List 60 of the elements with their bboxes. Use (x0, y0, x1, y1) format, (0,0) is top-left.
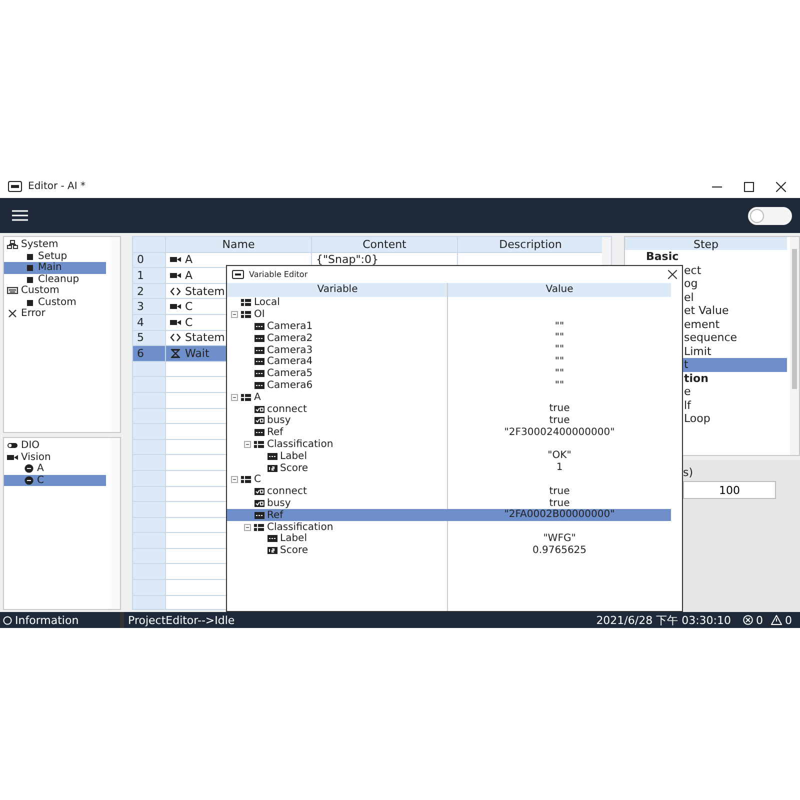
row-number: 0 (133, 252, 166, 268)
status-type: Information (15, 614, 79, 626)
variable-name: Camera4 (267, 356, 313, 368)
variable-name: Camera5 (267, 368, 313, 380)
status-message: ProjectEditor-->Idle (127, 614, 236, 626)
row-number: 6 (133, 346, 166, 361)
warning-count: 0 (785, 614, 792, 626)
step-name: Wait (185, 346, 210, 360)
variable-name: Camera2 (267, 332, 313, 344)
variable-name: Ref (267, 427, 284, 438)
timestamp: 2021/6/28 下午 03:30:10 (596, 612, 732, 628)
variable-value: "2F30002400000000" (503, 426, 616, 439)
variable-name: busy (267, 498, 291, 509)
variable-name: Camera1 (267, 320, 313, 332)
variable-name: Label (280, 533, 307, 544)
step-name: C (185, 316, 193, 329)
variable-name: Score (280, 462, 308, 474)
variable-value: "" (554, 332, 566, 344)
variable-value: "" (554, 368, 566, 380)
step-name: A (185, 253, 193, 266)
variable-value: true (548, 498, 571, 510)
variable-value: "" (554, 344, 566, 356)
row-number: 4 (133, 314, 166, 330)
variable-value: "" (554, 320, 566, 332)
window-title: Editor - AI * (28, 181, 87, 192)
step-name: Statem (185, 331, 225, 344)
row-number: 2 (133, 284, 166, 298)
variable-name: Local (254, 297, 280, 308)
variable-name: C (254, 474, 261, 486)
field-label: s) (683, 466, 694, 479)
variable-name: Ref (267, 510, 284, 521)
variable-name: Label (280, 450, 307, 462)
step-name: C (185, 300, 193, 314)
variable-name: Classification (267, 522, 334, 533)
dialog-title: Variable Editor (249, 270, 309, 279)
step-name: A (185, 268, 193, 282)
variable-name: connect (267, 486, 307, 498)
variable-value: true (548, 403, 571, 415)
variable-value: "WFG" (542, 532, 577, 545)
variable-value: "OK" (546, 450, 572, 462)
variable-name: Score (280, 545, 308, 556)
variable-value: "" (554, 380, 566, 392)
variable-name: connect (267, 404, 307, 415)
row-number: 5 (133, 330, 166, 346)
variable-name: OI (254, 309, 265, 320)
variable-value: "" (554, 356, 566, 368)
variable-value: true (548, 414, 571, 427)
row-number: 3 (133, 299, 166, 314)
error-count: 0 (756, 614, 763, 626)
variable-name: Camera6 (267, 380, 313, 391)
variable-name: A (254, 392, 261, 403)
row-number: 1 (133, 268, 166, 283)
step-name: Statem (185, 284, 225, 298)
variable-name: busy (267, 415, 291, 426)
variable-name: Classification (267, 438, 334, 450)
variable-value: 1 (555, 462, 564, 474)
variable-value: "2FA0002B00000000" (503, 509, 616, 522)
variable-value: 0.9765625 (531, 544, 588, 557)
variable-value: true (548, 486, 571, 498)
variable-name: Camera3 (267, 344, 313, 356)
